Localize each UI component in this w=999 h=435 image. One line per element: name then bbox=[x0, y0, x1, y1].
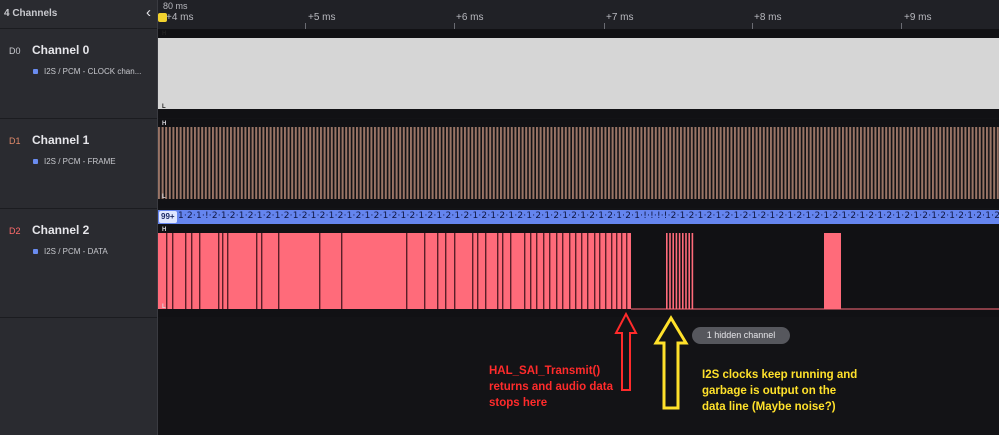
channel-count-title: 4 Channels bbox=[4, 8, 58, 19]
i2s-decoder-row[interactable]: 99+ 1·2·1·!·2·1·2·1·2·1·2·1·2·1·2·1·2·1·… bbox=[158, 210, 999, 224]
tick-label: +5 ms bbox=[308, 12, 336, 23]
tick-label: +4 ms bbox=[166, 12, 194, 23]
hidden-channel-button[interactable]: 1 hidden channel bbox=[692, 327, 790, 344]
low-level-label: L bbox=[162, 304, 166, 310]
channel-0-trace[interactable]: H L bbox=[158, 29, 999, 118]
analyzer-label: I2S / PCM - FRAME bbox=[44, 157, 116, 166]
analyzer-label: I2S / PCM - DATA bbox=[44, 247, 108, 256]
channel-2-trace[interactable]: H L bbox=[158, 225, 999, 317]
data-waveform bbox=[158, 233, 999, 310]
analyzer-color-icon bbox=[33, 69, 38, 74]
annotation-line: data line (Maybe noise?) bbox=[702, 401, 836, 413]
channel-name[interactable]: Channel 1 bbox=[32, 133, 89, 147]
annotation-line: returns and audio data bbox=[489, 381, 613, 393]
high-level-label: H bbox=[162, 121, 167, 127]
time-offset-label: 80 ms bbox=[163, 1, 188, 11]
frame-waveform bbox=[158, 127, 999, 199]
tick-label: +7 ms bbox=[606, 12, 634, 23]
frame-count-badge: 99+ bbox=[159, 211, 177, 223]
analyzer-color-icon bbox=[33, 249, 38, 254]
decoded-values: 1·2·1·!·2·1·2·1·2·1·2·1·2·1·2·1·2·1·2·1·… bbox=[178, 211, 999, 221]
red-arrow-icon bbox=[614, 311, 638, 391]
low-level-label: L bbox=[162, 194, 166, 200]
red-annotation: HAL_SAI_Transmit() returns and audio dat… bbox=[489, 363, 613, 411]
chevron-left-icon[interactable]: ‹ bbox=[146, 4, 151, 21]
tick-label: +6 ms bbox=[456, 12, 484, 23]
annotation-line: HAL_SAI_Transmit() bbox=[489, 365, 601, 377]
annotation-line: I2S clocks keep running and bbox=[702, 369, 858, 381]
annotation-line: garbage is output on the bbox=[702, 385, 837, 397]
channel-1-trace[interactable]: H L bbox=[158, 119, 999, 208]
low-level-label: L bbox=[162, 104, 166, 110]
high-level-label: H bbox=[162, 31, 167, 37]
tick-label: +8 ms bbox=[754, 12, 782, 23]
analyzer-label: I2S / PCM - CLOCK chan... bbox=[44, 67, 142, 76]
channel-sidebar: 4 Channels ‹ D0 Channel 0 I2S / PCM - CL… bbox=[0, 0, 158, 435]
yellow-arrow-icon bbox=[653, 315, 689, 410]
channel-row-2[interactable]: D2 Channel 2 I2S / PCM - DATA bbox=[0, 209, 157, 318]
channel-id: D2 bbox=[9, 226, 21, 236]
channel-name[interactable]: Channel 0 bbox=[32, 43, 89, 57]
channel-row-1[interactable]: D1 Channel 1 I2S / PCM - FRAME bbox=[0, 119, 157, 209]
channel-id: D0 bbox=[9, 46, 21, 56]
channel-row-0[interactable]: D0 Channel 0 I2S / PCM - CLOCK chan... bbox=[0, 29, 157, 119]
high-level-label: H bbox=[162, 227, 167, 233]
clock-waveform bbox=[158, 38, 999, 109]
channel-name[interactable]: Channel 2 bbox=[32, 223, 89, 237]
sidebar-header: 4 Channels ‹ bbox=[0, 0, 157, 29]
annotation-line: stops here bbox=[489, 397, 548, 409]
time-ruler[interactable]: 80 ms +4 ms +5 ms +6 ms +7 ms +8 ms +9 m… bbox=[158, 0, 999, 30]
analyzer-color-icon bbox=[33, 159, 38, 164]
yellow-annotation: I2S clocks keep running and garbage is o… bbox=[702, 367, 857, 415]
channel-id: D1 bbox=[9, 136, 21, 146]
tick-label: +9 ms bbox=[904, 12, 932, 23]
